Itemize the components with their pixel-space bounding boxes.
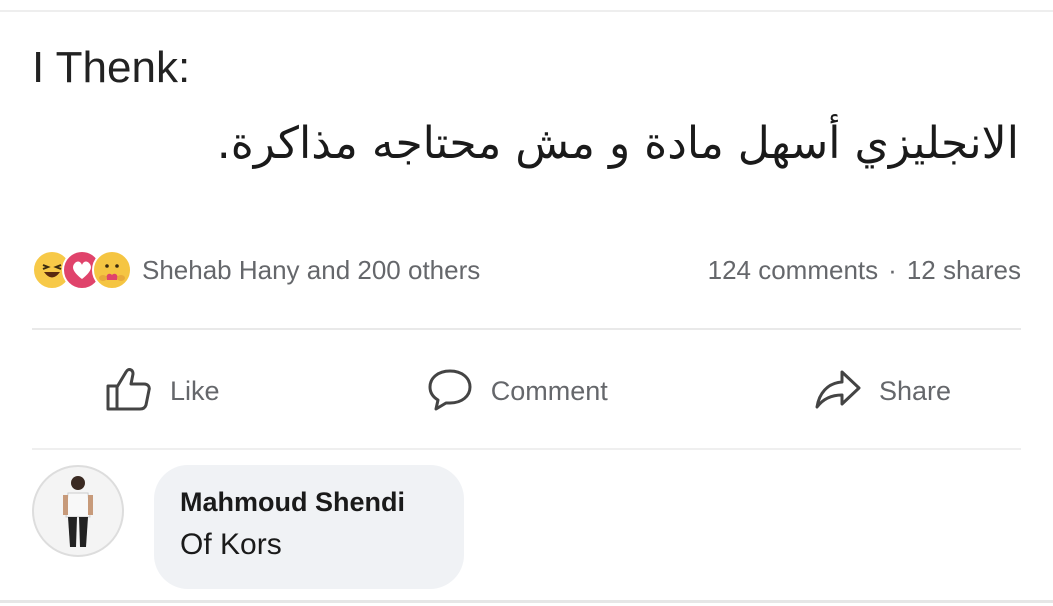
top-divider [0,10,1053,12]
avatar[interactable] [32,465,124,557]
comment-bubble-icon [423,362,477,421]
share-button[interactable]: Share [741,362,1021,421]
share-label: Share [878,375,951,406]
post-actions: Like Comment Share [32,356,1021,426]
bottom-divider [0,600,1053,603]
comment-item: Mahmoud Shendi Of Kors [32,465,464,589]
person-avatar-icon [63,476,93,547]
like-label: Like [170,375,220,406]
comment-text: Of Kors [180,528,282,561]
comment-button[interactable]: Comment [353,362,678,421]
shares-count[interactable]: 12 shares [907,255,1021,286]
share-arrow-icon [811,362,865,421]
reactions-summary-text: Shehab Hany and 200 others [142,254,481,285]
reaction-icons [32,250,132,290]
comments-count[interactable]: 124 comments [708,255,879,286]
comment-label: Comment [490,375,608,406]
comment-author[interactable]: Mahmoud Shendi [180,487,438,518]
reactions-summary[interactable]: Shehab Hany and 200 others [32,250,480,290]
thumbs-up-icon [102,362,156,421]
reactions-bar: Shehab Hany and 200 others 124 comments … [32,248,1021,292]
care-icon [92,250,132,290]
post-text-line1: I Thenk: [32,43,191,92]
comment-bubble: Mahmoud Shendi Of Kors [154,465,464,589]
stats-separator: · [888,254,897,285]
like-button[interactable]: Like [32,362,290,421]
post-stats: 124 comments · 12 shares [708,255,1021,286]
actions-divider [32,448,1021,450]
reactions-divider [32,328,1021,330]
post-text-line2: الانجليزي أسهل مادة و مش محتاجه مذاكرة. [216,118,1019,169]
post-card: I Thenk: الانجليزي أسهل مادة و مش محتاجه… [0,0,1053,606]
